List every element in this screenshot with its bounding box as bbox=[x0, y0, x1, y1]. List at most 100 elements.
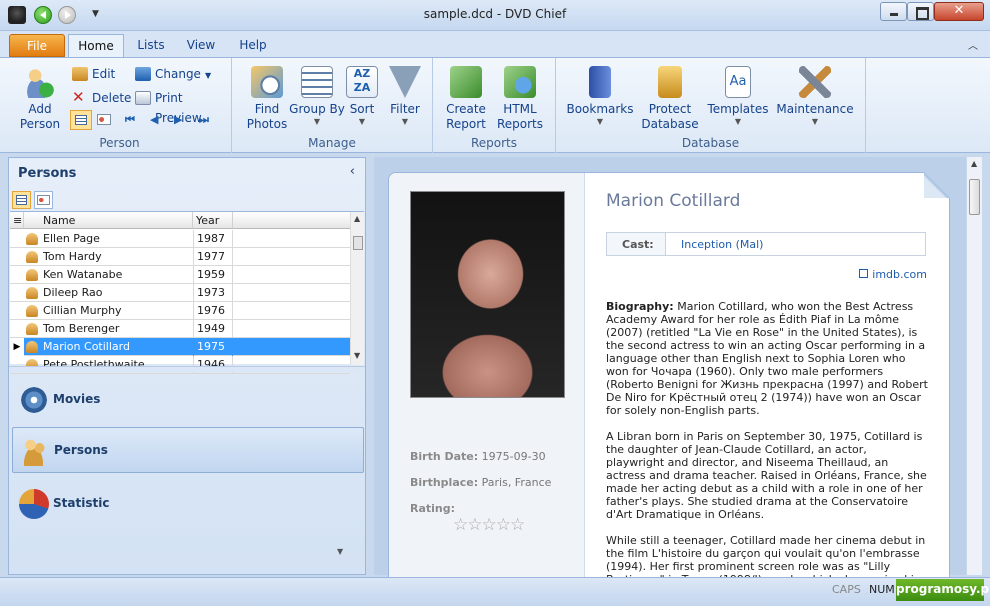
pie-chart-icon bbox=[19, 489, 49, 519]
find-photos-button[interactable]: Find Photos bbox=[239, 66, 295, 132]
scroll-up-icon[interactable]: ▲ bbox=[354, 214, 360, 223]
person-icon bbox=[26, 251, 38, 263]
persons-icon bbox=[20, 436, 50, 466]
grid-icon bbox=[16, 195, 27, 205]
rating-field: Rating: bbox=[410, 502, 456, 515]
tab-lists[interactable]: Lists bbox=[128, 34, 174, 57]
cell-name: Dileep Rao bbox=[43, 286, 103, 299]
group-manage: Find Photos Group By ▼ AZ ZA Sort ▼ Filte… bbox=[232, 58, 433, 153]
persons-pane: Persons ‹ ≡ Name Year Ellen Page 1987 Tom … bbox=[8, 157, 366, 575]
delete-icon: ✕ bbox=[72, 88, 85, 106]
scroll-up-icon[interactable]: ▲ bbox=[971, 159, 977, 168]
ribbon-collapse-icon[interactable]: ︿ bbox=[968, 37, 978, 52]
tab-help[interactable]: Help bbox=[228, 34, 278, 57]
detail-area: Birth Date: 1975-09-30 Birthplace: Paris… bbox=[374, 157, 966, 583]
first-record-icon[interactable]: ⏮ bbox=[125, 113, 135, 127]
templates-dropdown-icon: ▼ bbox=[734, 117, 742, 126]
rating-stars[interactable]: ☆☆☆☆☆ bbox=[453, 515, 525, 535]
maximize-button[interactable] bbox=[907, 2, 934, 21]
change-dropdown-icon: ▼ bbox=[204, 71, 212, 80]
grid-view-toggle[interactable] bbox=[70, 110, 92, 130]
row-indicator-icon: ▶ bbox=[10, 338, 24, 356]
column-header-year[interactable]: Year bbox=[193, 212, 233, 229]
window-title: sample.dcd - DVD Chief bbox=[423, 7, 567, 21]
person-card: Birth Date: 1975-09-30 Birthplace: Paris… bbox=[388, 172, 950, 583]
edit-button[interactable]: Edit bbox=[72, 64, 115, 84]
cast-link[interactable]: Inception (Mal) bbox=[681, 238, 763, 251]
row-indicator-icon bbox=[10, 266, 24, 284]
cell-year: 1959 bbox=[193, 266, 233, 284]
table-row[interactable]: Tom Berenger 1949 bbox=[10, 320, 350, 338]
last-record-icon[interactable]: ⏭ bbox=[199, 113, 209, 127]
card-view-toggle[interactable] bbox=[96, 112, 114, 128]
add-person-button[interactable]: Add Person bbox=[12, 66, 68, 132]
filter-dropdown-icon: ▼ bbox=[401, 117, 409, 126]
pane-card-view-button[interactable] bbox=[34, 191, 53, 209]
collapse-pane-icon[interactable]: ‹ bbox=[350, 164, 355, 179]
card-icon bbox=[97, 114, 111, 125]
minimize-button[interactable] bbox=[880, 2, 907, 21]
table-row[interactable]: Dileep Rao 1973 bbox=[10, 284, 350, 302]
movies-icon bbox=[19, 385, 49, 415]
birth-date-field: Birth Date: 1975-09-30 bbox=[410, 450, 546, 463]
pane-grid-view-button[interactable] bbox=[12, 191, 31, 209]
filter-button[interactable]: Filter ▼ bbox=[377, 66, 433, 127]
column-menu-icon[interactable]: ≡ bbox=[10, 212, 24, 229]
cell-name: Ken Watanabe bbox=[43, 268, 123, 281]
next-record-icon[interactable]: ▶ bbox=[174, 113, 182, 126]
nav-statistic[interactable]: Statistic bbox=[12, 481, 364, 527]
close-icon: ✕ bbox=[953, 3, 965, 18]
html-reports-button[interactable]: HTML Reports bbox=[492, 66, 548, 132]
group-database: Bookmarks ▼ Protect Database Aa Template… bbox=[556, 58, 866, 153]
person-icon bbox=[26, 305, 38, 317]
table-row[interactable]: Ken Watanabe 1959 bbox=[10, 266, 350, 284]
add-person-icon bbox=[24, 66, 56, 98]
scroll-thumb[interactable] bbox=[969, 179, 980, 215]
tab-file[interactable]: File bbox=[9, 34, 65, 57]
create-report-button[interactable]: Create Report bbox=[438, 66, 494, 132]
cell-name: Cillian Murphy bbox=[43, 304, 122, 317]
scroll-down-icon[interactable]: ▼ bbox=[354, 351, 360, 360]
column-header-filler bbox=[233, 212, 350, 229]
close-button[interactable]: ✕ bbox=[934, 2, 984, 21]
table-row[interactable]: ▶ Marion Cotillard 1975 bbox=[10, 338, 350, 356]
cell-name: Marion Cotillard bbox=[43, 340, 130, 353]
previous-record-icon[interactable]: ◀ bbox=[150, 113, 158, 126]
column-header-name[interactable]: Name bbox=[24, 212, 193, 229]
pane-title: Persons bbox=[18, 166, 77, 181]
cell-name: Ellen Page bbox=[43, 232, 100, 245]
nav-persons[interactable]: Persons bbox=[12, 427, 364, 473]
tools-icon bbox=[799, 66, 831, 98]
templates-button[interactable]: Aa Templates ▼ bbox=[705, 66, 771, 127]
nav-more-icon[interactable]: ▼ bbox=[337, 547, 343, 556]
row-indicator-icon bbox=[10, 230, 24, 248]
cell-year: 1987 bbox=[193, 230, 233, 248]
change-button[interactable]: Change ▼ bbox=[135, 64, 211, 84]
person-icon bbox=[26, 269, 38, 281]
tab-view[interactable]: View bbox=[178, 34, 224, 57]
sort-icon: AZ ZA bbox=[346, 66, 378, 98]
pane-splitter[interactable] bbox=[9, 366, 365, 372]
print-preview-button[interactable]: Print Preview bbox=[135, 88, 231, 125]
html-reports-icon bbox=[504, 66, 536, 98]
group-reports: Create Report HTML Reports Reports bbox=[433, 58, 556, 153]
scroll-thumb[interactable] bbox=[353, 236, 363, 250]
lock-icon bbox=[658, 66, 682, 98]
protect-database-button[interactable]: Protect Database bbox=[639, 66, 701, 132]
maintenance-button[interactable]: Maintenance ▼ bbox=[776, 66, 854, 127]
cell-year: 1975 bbox=[193, 338, 233, 356]
grid-scrollbar[interactable]: ▲ ▼ bbox=[350, 212, 364, 365]
grid-icon bbox=[75, 115, 87, 125]
tab-home[interactable]: Home bbox=[68, 34, 124, 57]
row-indicator-icon bbox=[10, 302, 24, 320]
imdb-link[interactable]: imdb.com bbox=[859, 268, 927, 281]
table-row[interactable]: Tom Hardy 1977 bbox=[10, 248, 350, 266]
table-row[interactable]: Ellen Page 1987 bbox=[10, 230, 350, 248]
nav-movies[interactable]: Movies bbox=[12, 377, 364, 423]
cell-year: 1973 bbox=[193, 284, 233, 302]
delete-button[interactable]: ✕ Delete bbox=[72, 88, 131, 108]
table-row[interactable]: Cillian Murphy 1976 bbox=[10, 302, 350, 320]
detail-scrollbar[interactable]: ▲ bbox=[966, 157, 982, 575]
edit-icon bbox=[72, 67, 88, 81]
bookmarks-button[interactable]: Bookmarks ▼ bbox=[566, 66, 634, 127]
